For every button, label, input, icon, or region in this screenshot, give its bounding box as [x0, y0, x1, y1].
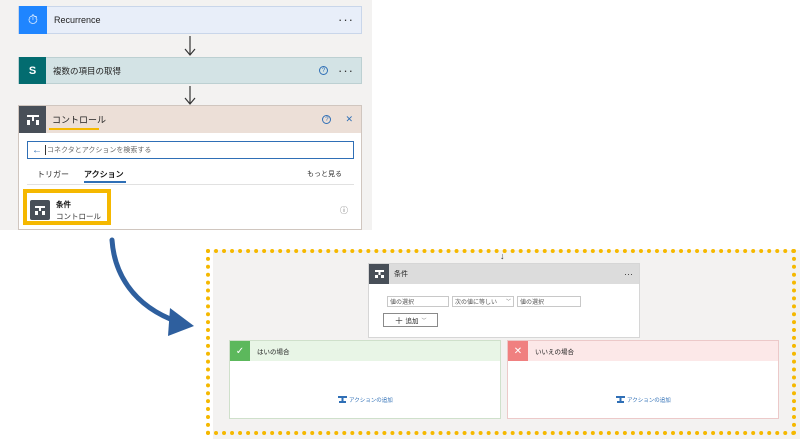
curved-arrow [109, 237, 194, 336]
value-input-2[interactable]: 値の選択 [517, 296, 581, 307]
back-arrow-icon[interactable]: ← [32, 145, 42, 156]
search-input[interactable]: コネクタとアクションを検索する [45, 145, 151, 155]
plus-icon: ＋ [394, 315, 404, 326]
help-icon[interactable]: ? [319, 66, 328, 75]
yes-branch: ✓ はいの場合 アクションの追加 [229, 340, 501, 419]
connector-arrow [183, 84, 197, 106]
tab-actions[interactable]: アクション [84, 169, 124, 180]
get-items-title: 複数の項目の取得 [53, 65, 122, 76]
checkmark-icon: ✓ [230, 341, 250, 361]
condition-more-button[interactable]: ··· [624, 269, 633, 279]
chevron-down-icon: ﹀ [505, 299, 511, 305]
close-icon[interactable]: ✕ [345, 114, 353, 125]
get-items-card[interactable]: S 複数の項目の取得 ? ··· [18, 57, 362, 84]
no-branch: ✕ いいえの場合 アクションの追加 [507, 340, 779, 419]
result-highlight-box [23, 189, 111, 225]
active-tab-indicator [84, 181, 126, 183]
sharepoint-icon: S [19, 57, 46, 84]
info-icon[interactable]: ⓘ [340, 205, 348, 216]
add-action-icon [338, 396, 347, 403]
tab-triggers[interactable]: トリガー [37, 169, 69, 180]
connector-arrow: ↓ [500, 251, 505, 261]
help-icon[interactable]: ? [322, 115, 332, 124]
control-title: コントロール [52, 115, 107, 125]
connector-arrow [183, 34, 197, 58]
control-icon [19, 106, 46, 133]
operator-dropdown[interactable]: 次の値に等しい ﹀ [452, 296, 514, 307]
chevron-down-icon: ﹀ [421, 317, 427, 324]
condition-icon [369, 264, 389, 284]
condition-card: 条件 ··· 値の選択 次の値に等しい ﹀ 値の選択 ＋ 追加 ﹀ [368, 263, 640, 338]
recurrence-title: Recurrence [54, 15, 101, 25]
yes-branch-header[interactable]: ✓ はいの場合 [230, 341, 500, 361]
get-items-more-button[interactable]: ··· [338, 64, 354, 77]
cross-icon: ✕ [508, 341, 528, 361]
condition-card-header[interactable]: 条件 ··· [369, 264, 639, 284]
recurrence-more-button[interactable]: ··· [338, 13, 354, 26]
no-branch-header[interactable]: ✕ いいえの場合 [508, 341, 778, 361]
recurrence-card[interactable]: ⏱ Recurrence ··· [18, 6, 362, 34]
add-action-icon [616, 396, 625, 403]
search-box[interactable]: ← コネクタとアクションを検索する [27, 141, 354, 159]
value-input-1[interactable]: 値の選択 [387, 296, 449, 307]
no-branch-title: いいえの場合 [535, 349, 574, 356]
title-highlight-underline [49, 128, 99, 130]
condition-title: 条件 [394, 271, 408, 278]
tab-divider [27, 184, 354, 185]
see-more-link[interactable]: もっと見る [307, 169, 342, 179]
clock-icon: ⏱ [19, 6, 47, 34]
yes-branch-title: はいの場合 [257, 349, 290, 356]
yes-add-action-button[interactable]: アクションの追加 [338, 396, 393, 404]
add-button[interactable]: ＋ 追加 ﹀ [383, 313, 438, 327]
no-add-action-button[interactable]: アクションの追加 [616, 396, 671, 404]
